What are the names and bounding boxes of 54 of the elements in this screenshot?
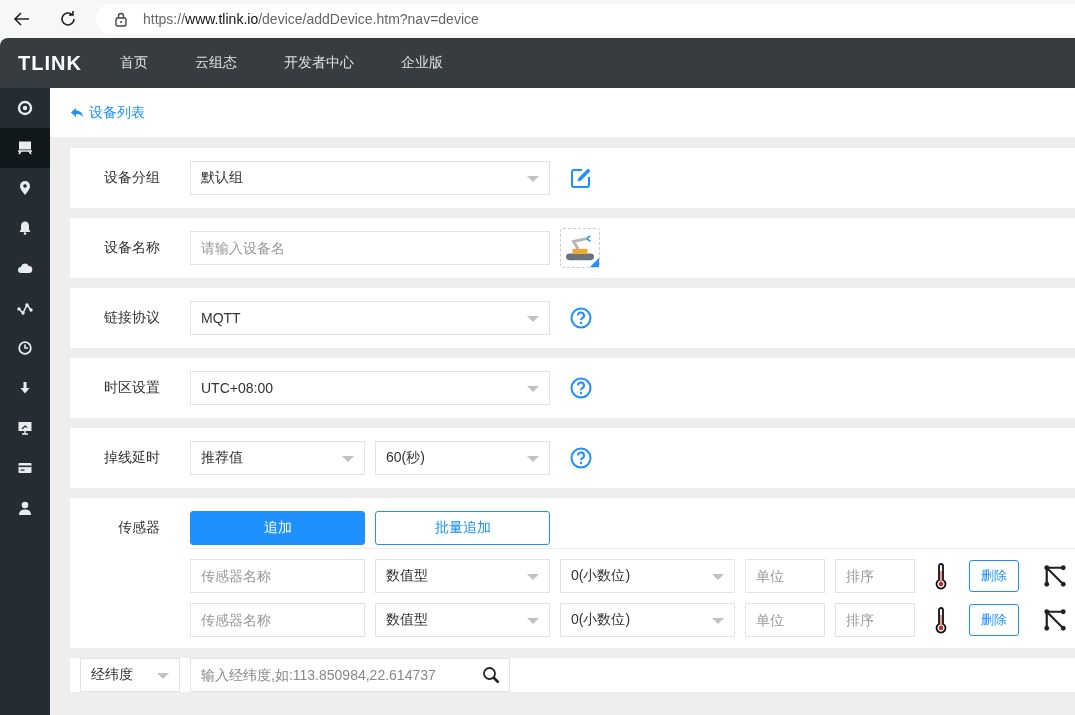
clock-icon: [17, 340, 33, 356]
address-bar[interactable]: https://www.tlink.io/device/addDevice.htm?nav=device: [96, 4, 1075, 34]
dropdown[interactable]: 默认组: [190, 161, 550, 195]
url-text: https://www.tlink.io/device/addDevice.htm?nav=device: [143, 11, 479, 27]
sidebar-item[interactable]: [0, 128, 50, 168]
lock-icon: [114, 11, 128, 27]
dropdown[interactable]: 推荐值: [190, 441, 365, 475]
dropdown[interactable]: MQTT: [190, 301, 550, 335]
input-field[interactable]: 排序: [835, 559, 915, 593]
map-pin-icon: [17, 180, 33, 196]
nav-link[interactable]: 开发者中心: [283, 54, 354, 72]
coordinate-search-field[interactable]: 输入经纬度,如:113.850984,22.614737: [190, 658, 510, 692]
input-field[interactable]: 单位: [745, 603, 825, 637]
node-graph-icon[interactable]: [1044, 565, 1066, 587]
dropdown[interactable]: 0(小数位): [560, 559, 735, 593]
field-label: 设备分组: [103, 169, 160, 187]
card-icon: [17, 460, 33, 476]
node-graph-icon[interactable]: [1044, 609, 1066, 631]
logo[interactable]: TLINK: [18, 51, 82, 75]
field-label: 设备名称: [103, 239, 160, 257]
field-label: 传感器: [117, 519, 160, 537]
dropdown[interactable]: 0(小数位): [560, 603, 735, 637]
input-field[interactable]: 传感器名称: [190, 559, 365, 593]
nav-link[interactable]: 企业版: [400, 54, 443, 72]
user-icon: [17, 500, 33, 516]
bell-icon: [17, 220, 33, 236]
input-field[interactable]: 传感器名称: [190, 603, 365, 637]
image-upload[interactable]: [560, 228, 600, 268]
screen-icon: [17, 420, 33, 436]
thermometer-icon[interactable]: [935, 562, 947, 590]
input-field[interactable]: 单位: [745, 559, 825, 593]
reply-arrow-icon: [70, 106, 84, 119]
reload-icon[interactable]: [58, 9, 78, 29]
dropdown[interactable]: 数值型: [375, 559, 550, 593]
edit-icon[interactable]: [570, 167, 592, 189]
help-icon[interactable]: [570, 307, 592, 329]
field-label: 链接协议: [103, 309, 160, 327]
dropdown[interactable]: UTC+08:00: [190, 371, 550, 405]
thermometer-icon[interactable]: [935, 606, 947, 634]
nav-link[interactable]: 云组态: [194, 54, 237, 72]
input-field[interactable]: 请输入设备名: [190, 231, 550, 265]
field-label: 时区设置: [103, 379, 160, 397]
help-icon[interactable]: [570, 447, 592, 469]
search-icon[interactable]: [482, 666, 500, 684]
dropdown[interactable]: 数值型: [375, 603, 550, 637]
help-icon[interactable]: [570, 377, 592, 399]
target-icon: [17, 100, 33, 116]
dropdown[interactable]: 经纬度: [80, 658, 180, 692]
nav-link[interactable]: 首页: [119, 54, 148, 72]
dropdown[interactable]: 60(秒): [375, 441, 550, 475]
monitor-icon: [17, 140, 33, 156]
graph-icon: [17, 300, 33, 316]
input-field[interactable]: 排序: [835, 603, 915, 637]
field-label: 掉线延时: [103, 449, 160, 467]
